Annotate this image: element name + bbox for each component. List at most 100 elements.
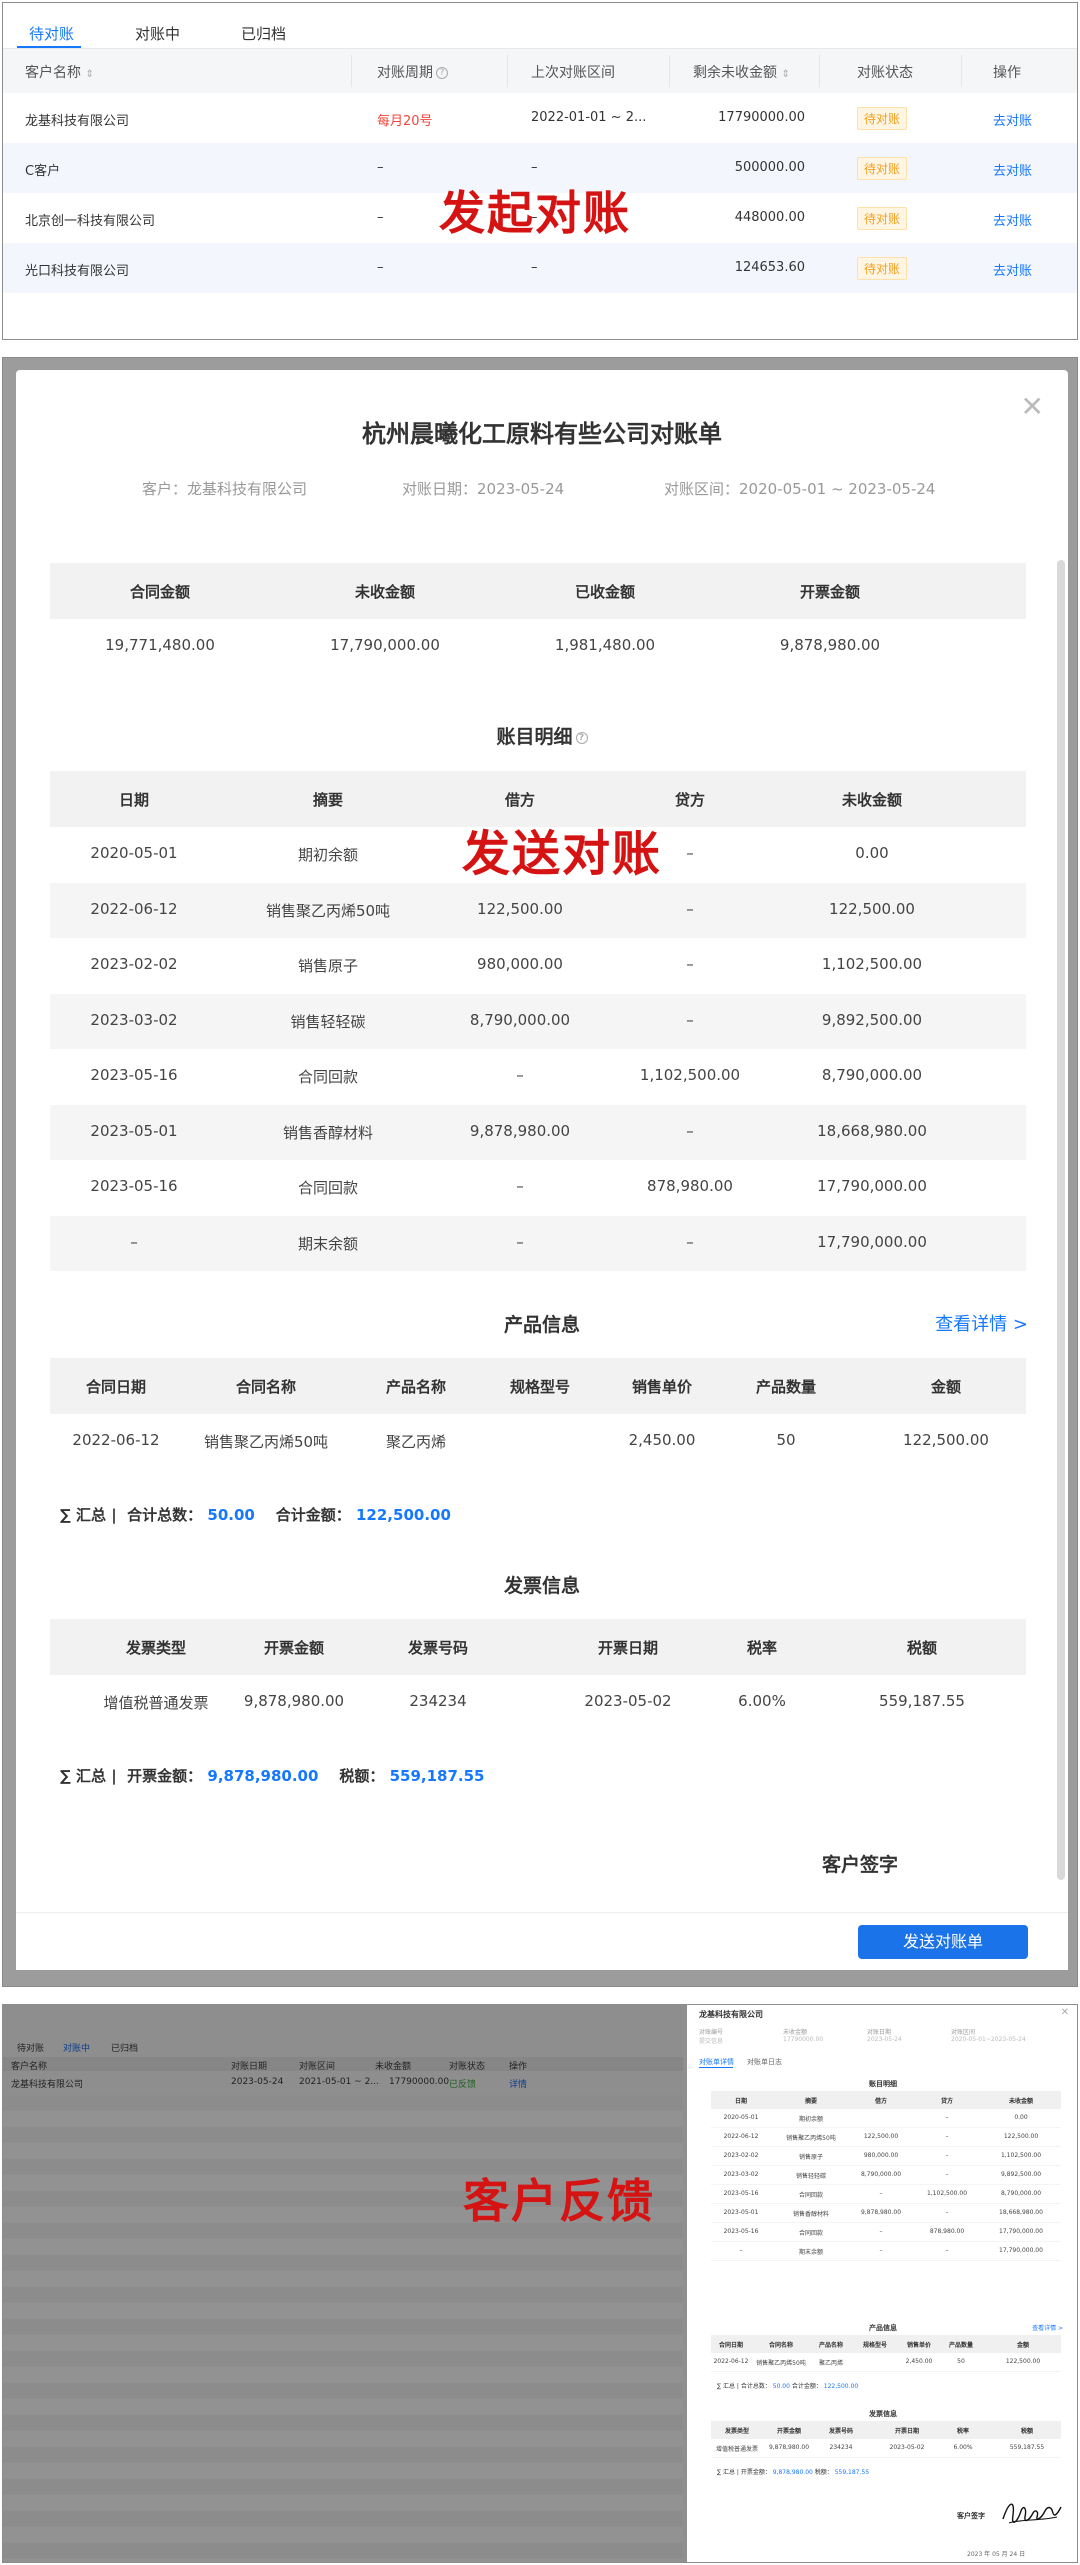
sum-invoice-label: 开票金额： <box>740 2469 771 2476</box>
product-header: 合同日期 合同名称 产品名称 规格型号 销售单价 产品数量 金额 <box>50 1358 1026 1414</box>
last-range: – <box>531 160 538 175</box>
modal-scrollbar[interactable] <box>1057 560 1065 1880</box>
bg-cell: 2023-05-24 <box>231 2077 284 2087</box>
sum-qty-value: 50.00 <box>207 1506 255 1524</box>
drawer-meta-label: 未收金额 <box>783 2029 808 2036</box>
bg-cell: 龙基科技有限公司 <box>11 2080 84 2090</box>
cycle: 每月20号 <box>377 114 433 129</box>
handwritten-signature <box>1002 2503 1062 2524</box>
remaining-amount: 124653.60 <box>734 260 805 275</box>
cycle: – <box>377 210 384 225</box>
drawer-meta-value: 2023-05-24 <box>867 2036 902 2043</box>
bg-tab[interactable]: 对账中 <box>63 2041 90 2054</box>
background-list: 待对账 对账中 已归档 客户名称 对账日期 对账区间 未收金额 对账状态 操作 … <box>3 2005 683 2562</box>
bg-table-row: 龙基科技有限公司 2023-05-24 2021-05-01 ~ 2... 17… <box>3 2075 683 2091</box>
reconcile-link[interactable]: 去对账 <box>993 260 1032 279</box>
mini-ledger-row: – 期末余额 – –17,790,000.00 <box>711 2242 1061 2261</box>
ledger-row: 2023-05-01 销售香醇材料 9,878,980.00–18,668,980.… <box>50 1104 1026 1160</box>
statement-date: 对账日期：2023-05-24 <box>402 480 565 498</box>
help-icon[interactable]: ? <box>436 67 448 79</box>
sort-icon[interactable]: ⇕ <box>85 69 93 80</box>
sum-qty-label: 合计总数： <box>740 2383 771 2390</box>
mini-invoice-header: 发票类型 开票金额 发票号码 开票日期 税率 税额 <box>711 2421 1061 2439</box>
invoice-summary: ∑ 汇总 | 开票金额： 9,878,980.00 税额： 559,187.55 <box>60 1765 484 1786</box>
mini-view-details-link[interactable]: 查看详情 > <box>1032 2323 1063 2332</box>
customer-name: 光口科技有限公司 <box>25 264 130 279</box>
remaining-amount: 500000.00 <box>734 160 805 175</box>
customer-name: 龙基科技有限公司 <box>25 114 130 129</box>
drawer-meta-label: 对账编号 <box>699 2029 724 2036</box>
tab-pending[interactable]: 待对账 <box>29 23 74 44</box>
help-icon[interactable]: ? <box>575 731 588 744</box>
reconcile-link[interactable]: 去对账 <box>993 210 1032 229</box>
mini-ledger-row: 2023-03-02 销售轻轻碳 8,790,000.00–9,892,500.00 <box>711 2166 1061 2185</box>
col-cycle: 对账周期? <box>377 62 448 82</box>
status-badge: 待对账 <box>857 157 908 180</box>
view-details-link[interactable]: 查看详情 > <box>935 1310 1028 1336</box>
reconcile-link[interactable]: 去对账 <box>993 160 1032 179</box>
column-divider <box>961 55 962 87</box>
sum-amt-label: 合计金额： <box>791 2383 822 2390</box>
cycle: – <box>377 160 384 175</box>
close-icon[interactable]: ✕ <box>1061 2007 1069 2018</box>
invoice-row: 增值税普通发票 9,878,980.00 234234 2023-05-02 6.00%… <box>103 1692 965 1712</box>
col-remaining[interactable]: 剩余未收金额 ⇕ <box>693 62 790 82</box>
step-label-initiate: 发起对账 <box>439 186 631 240</box>
bg-tab[interactable]: 待对账 <box>17 2041 44 2054</box>
sort-icon[interactable]: ⇕ <box>781 69 789 80</box>
drawer-tab-log[interactable]: 对账单日志 <box>747 2057 782 2067</box>
mini-product-title: 产品信息 <box>869 2324 897 2332</box>
bg-table-header: 客户名称 对账日期 对账区间 未收金额 对账状态 操作 <box>3 2057 683 2072</box>
ledger-row: – 期末余额 – –17,790,000.00 <box>50 1215 1026 1271</box>
product-table: 合同日期 合同名称 产品名称 规格型号 销售单价 产品数量 金额 2022-06… <box>50 1358 1026 1469</box>
ledger-row: 2023-02-02 销售原子 980,000.00–1,102,500.00 <box>90 955 923 975</box>
mini-ledger-row: 2023-02-02 销售原子 980,000.00–1,102,500.00 <box>711 2147 1061 2166</box>
tab-in-progress[interactable]: 对账中 <box>135 23 180 44</box>
bg-cell: 2021-05-01 ~ 2... <box>299 2077 379 2087</box>
col-customer[interactable]: 客户名称 ⇕ <box>25 62 94 82</box>
mini-invoice-table: 发票类型 开票金额 发票号码 开票日期 税率 税额 增值税普通发票 9,878,980.00 2… <box>711 2421 1061 2458</box>
bg-cell: 17790000.00 <box>389 2077 450 2087</box>
summary-sigma: ∑ 汇总 | <box>717 2469 739 2476</box>
column-divider <box>669 55 670 87</box>
drawer-meta-value: 提交信息 <box>699 2038 724 2045</box>
drawer-meta-label: 对账区间 <box>951 2029 976 2036</box>
col-status: 对账状态 <box>857 65 913 81</box>
bg-cell[interactable]: 详情 <box>509 2077 527 2090</box>
mini-product-summary: ∑ 汇总 | 合计总数： 50.00 合计金额： 122,500.00 <box>717 2381 858 2390</box>
mini-sign-label: 客户签字 <box>957 2512 985 2520</box>
remaining-amount: 448000.00 <box>734 210 805 225</box>
mini-product-table: 合同日期 合同名称 产品名称 规格型号 销售单价 产品数量 金额 2022-06-12 销售聚乙… <box>711 2335 1061 2372</box>
product-row: 2022-06-12 销售聚乙丙烯50吨 聚乙丙烯 2,450.00 50 122,500… <box>72 1431 989 1451</box>
pending-list-panel: 待对账 对账中 已归档 客户名称 ⇕ 对账周期? 上次对账区间 剩余未收金额 ⇕… <box>2 2 1078 340</box>
bg-col: 对账状态 <box>449 2062 486 2072</box>
mini-ledger-row: 2022-06-12 销售聚乙丙烯50吨 122,500.00–122,500.00 <box>711 2128 1061 2147</box>
sum-qty-value: 50.00 <box>772 2383 790 2390</box>
drawer-tab-detail[interactable]: 对账单详情 <box>699 2057 734 2067</box>
active-tab-indicator <box>17 46 81 48</box>
column-divider <box>351 55 352 87</box>
invoice-header: 发票类型 开票金额 发票号码 开票日期 税率 税额 <box>50 1619 1026 1675</box>
mini-ledger-table: 日期 摘要 借方 贷方 未收金额 2020-05-01 期初余额 –0.00 2022-06-1… <box>711 2091 1061 2261</box>
status-badge: 待对账 <box>857 257 908 280</box>
mini-product-row: 2022-06-12 销售聚乙丙烯50吨 聚乙丙烯 2,450.00 50 122,500… <box>711 2353 1061 2372</box>
ledger-row: 2023-03-02 销售轻轻碳 8,790,000.00–9,892,500.00 <box>50 993 1026 1049</box>
customer-name: C客户 <box>25 164 61 179</box>
sum-tax-value: 559,187.55 <box>389 1767 485 1785</box>
table-row: 光口科技有限公司 – – 124653.60 待对账 去对账 <box>3 243 1077 293</box>
bg-col: 未收金额 <box>375 2062 412 2072</box>
feedback-panel: 待对账 对账中 已归档 客户名称 对账日期 对账区间 未收金额 对账状态 操作 … <box>2 2004 1078 2563</box>
summary-sigma: ∑ 汇总 | <box>60 1767 117 1785</box>
sum-invoice-value: 9,878,980.00 <box>207 1767 319 1785</box>
last-range: 2022-01-01 ~ 2... <box>531 110 647 125</box>
sum-qty-label: 合计总数： <box>127 1506 203 1524</box>
status-badge: 待对账 <box>857 207 908 230</box>
tab-archived[interactable]: 已归档 <box>241 23 286 44</box>
table-row: 龙基科技有限公司 每月20号 2022-01-01 ~ 2... 1779000… <box>3 93 1077 143</box>
send-statement-button[interactable]: 发送对账单 <box>858 1925 1028 1959</box>
mini-ledger-header: 日期 摘要 借方 贷方 未收金额 <box>711 2091 1061 2109</box>
reconcile-link[interactable]: 去对账 <box>993 110 1032 129</box>
bg-tab[interactable]: 已归档 <box>111 2041 138 2054</box>
invoice-section-title: 发票信息 <box>503 1575 580 1597</box>
ledger-row: 2022-06-12 销售聚乙丙烯50吨 122,500.00–122,500.00 <box>50 882 1026 938</box>
